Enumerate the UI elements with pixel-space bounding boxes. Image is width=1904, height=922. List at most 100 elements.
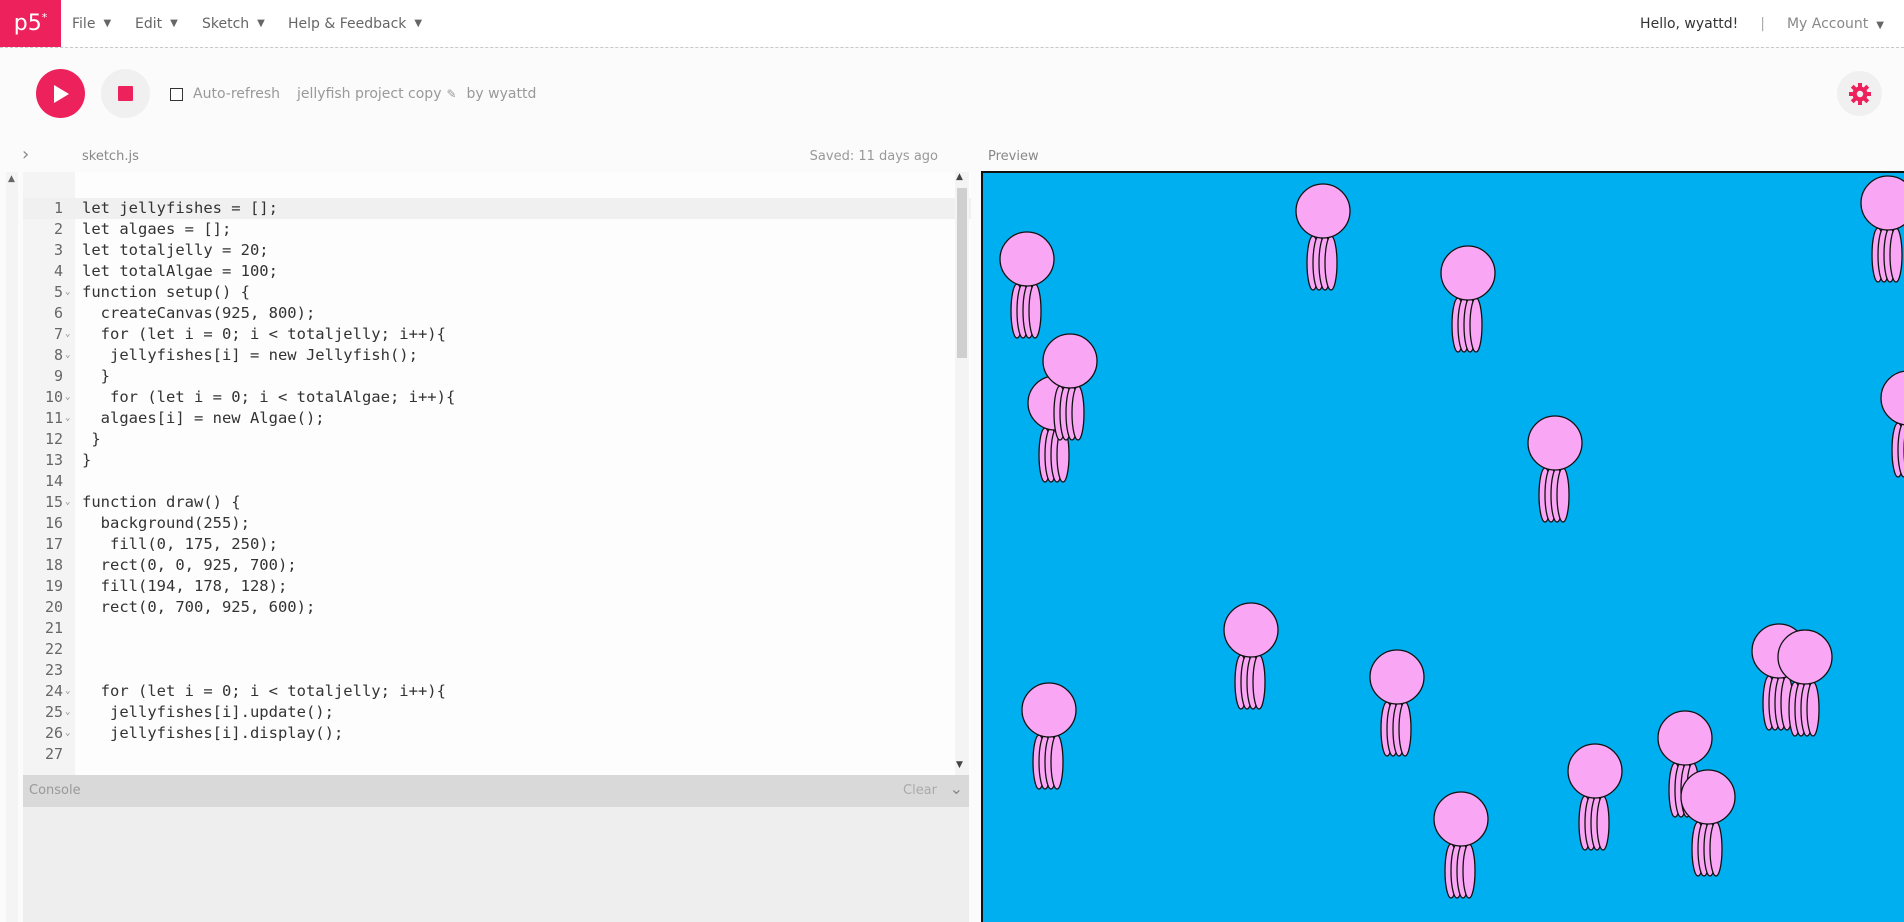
chevron-down-icon: ▼ [1876,19,1884,31]
code-line[interactable]: 20 rect(0, 700, 925, 600); [23,597,971,618]
pencil-icon[interactable]: ✎ [446,87,456,101]
code-line[interactable]: 6 createCanvas(925, 800); [23,303,971,324]
code-line[interactable]: 15 ⌄ function draw() { [23,492,971,513]
line-number: 9 [53,367,63,385]
settings-button[interactable] [1837,71,1882,116]
code-line[interactable]: 19 fill(194, 178, 128); [23,576,971,597]
project-owner[interactable]: by wyattd [467,86,537,102]
code-line[interactable]: 26 ⌄ jellyfishes[i].display(); [23,723,971,744]
code-text: let totalAlgae = 100; [82,262,278,280]
top-nav: p5* File ▼ Edit ▼ Sketch ▼ Help & Feedba… [0,0,1904,47]
file-tab[interactable]: sketch.js [82,149,139,164]
code-text: jellyfishes[i].update(); [82,703,334,721]
fold-icon[interactable]: ⌄ [65,492,70,513]
p5-logo[interactable]: p5* [0,0,61,47]
jellyfish [1021,682,1077,790]
line-number: 12 [44,430,63,448]
jellyfish [1295,183,1351,291]
code-text: rect(0, 0, 925, 700); [82,556,297,574]
editor-header: › sketch.js Saved: 11 days ago [0,140,980,172]
scroll-up-icon[interactable]: ▲ [956,172,963,182]
code-line[interactable]: 21 [23,618,971,639]
user-nav: Hello, wyattd! | My Account ▼ [1640,0,1884,47]
code-line[interactable]: 13} [23,450,971,471]
code-text: algaes[i] = new Algae(); [82,409,325,427]
scroll-down-icon[interactable]: ▼ [956,760,963,770]
code-text: jellyfishes[i] = new Jellyfish(); [82,346,418,364]
line-number: 1 [53,199,63,217]
stop-button[interactable] [101,69,150,118]
line-number: 8 [53,346,63,364]
toolbar: Auto-refresh jellyfish project copy ✎ by… [0,48,1904,140]
fold-icon[interactable]: ⌄ [65,723,70,744]
my-account-label: My Account [1786,15,1869,32]
jellyfish [1680,769,1736,877]
chevron-right-icon[interactable]: › [22,144,29,165]
auto-refresh-toggle[interactable]: Auto-refresh [170,86,280,102]
fold-icon[interactable]: ⌄ [65,408,70,429]
code-line[interactable]: 10 ⌄ for (let i = 0; i < totalAlgae; i++)… [23,387,971,408]
help-feedback-menu[interactable]: Help & Feedback ▼ [288,0,422,47]
line-number: 10 [44,388,63,406]
my-account-menu[interactable]: My Account ▼ [1787,16,1884,32]
code-line[interactable]: 11 ⌄ algaes[i] = new Algae(); [23,408,971,429]
code-line[interactable]: 16 background(255); [23,513,971,534]
code-line[interactable]: 23 [23,660,971,681]
jellyfish [1527,415,1583,523]
sketch-menu[interactable]: Sketch ▼ [202,0,265,47]
code-line[interactable]: 5 ⌄ function setup() { [23,282,971,303]
code-line[interactable]: 12 } [23,429,971,450]
fold-icon[interactable]: ⌄ [65,282,70,303]
code-line[interactable]: 27 [23,744,971,765]
sketch-preview[interactable] [981,171,1904,922]
code-line[interactable]: 3 let totaljelly = 20; [23,240,971,261]
code-text: } [82,367,110,385]
file-menu[interactable]: File ▼ [72,0,111,47]
code-line[interactable]: 1 let jellyfishes = []; [23,198,971,219]
code-line[interactable]: 9 } [23,366,971,387]
code-line[interactable]: 18 rect(0, 0, 925, 700); [23,555,971,576]
chevron-down-icon[interactable]: ⌄ [950,779,963,798]
line-number: 5 [53,283,63,301]
line-number: 11 [44,409,63,427]
code-text: } [82,430,101,448]
code-line[interactable]: 8 ⌄ jellyfishes[i] = new Jellyfish(); [23,345,971,366]
editor-scrollbar[interactable] [955,172,969,775]
edit-menu[interactable]: Edit ▼ [135,0,178,47]
fold-icon[interactable]: ⌄ [65,681,70,702]
play-button[interactable] [36,69,85,118]
project-name[interactable]: jellyfish project copy [297,86,441,102]
console-clear-button[interactable]: Clear [903,783,937,798]
fold-icon[interactable]: ⌄ [65,702,70,723]
line-number: 4 [53,262,63,280]
fold-icon[interactable]: ⌄ [65,324,70,345]
fold-icon[interactable]: ⌄ [65,345,70,366]
auto-refresh-checkbox[interactable] [170,87,183,101]
code-line[interactable]: 7 ⌄ for (let i = 0; i < totaljelly; i++){ [23,324,971,345]
scrollbar-thumb[interactable] [957,188,967,358]
scroll-up-icon[interactable]: ▲ [8,174,15,184]
code-line[interactable]: 14 [23,471,971,492]
code-editor[interactable]: 1 let jellyfishes = []; 2 let algaes = []; 3… [23,172,971,775]
fold-icon[interactable]: ⌄ [65,387,70,408]
sidebar-strip [6,172,18,922]
greeting: Hello, wyattd! [1640,15,1739,32]
jellyfish [1369,649,1425,757]
line-number: 6 [53,304,63,322]
code-line[interactable]: 4 let totalAlgae = 100; [23,261,971,282]
console-header: Console Clear ⌄ [23,775,969,807]
code-text: jellyfishes[i].display(); [82,724,344,742]
code-line[interactable]: 2 let algaes = []; [23,219,971,240]
code-line[interactable]: 25 ⌄ jellyfishes[i].update(); [23,702,971,723]
stop-icon [118,86,133,101]
jellyfish [1440,245,1496,353]
code-line[interactable]: 17 fill(0, 175, 250); [23,534,971,555]
code-text: for (let i = 0; i < totaljelly; i++){ [82,325,446,343]
code-text: let algaes = []; [82,220,232,238]
file-menu-label: File [72,15,96,32]
code-line[interactable]: 22 [23,639,971,660]
jellyfish [1880,370,1904,478]
logo-text: p5 [13,11,42,36]
line-number: 17 [44,535,63,553]
code-line[interactable]: 24 ⌄ for (let i = 0; i < totaljelly; i++)… [23,681,971,702]
